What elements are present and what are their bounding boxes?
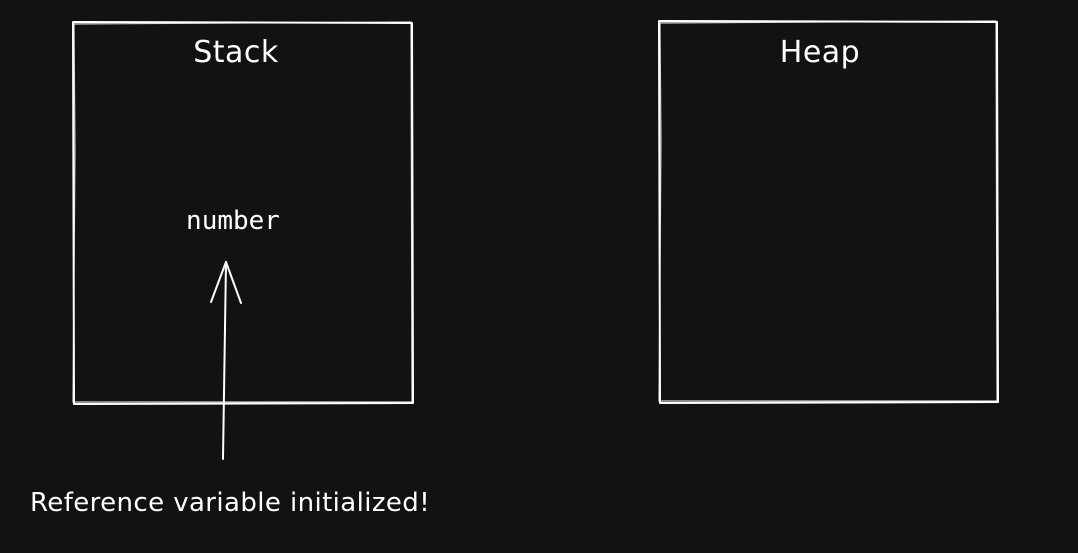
diagram-strokes: [72, 20, 999, 460]
heap-title: Heap: [779, 35, 861, 70]
arrow: [210, 261, 242, 460]
arrow-head-right: [225, 261, 242, 304]
arrow-shaft: [222, 261, 227, 460]
stack-title: Stack: [193, 35, 279, 70]
variable-name: number: [186, 206, 280, 236]
heap-box: [658, 20, 999, 404]
caption: Reference variable initialized!: [30, 488, 431, 518]
arrow-head-left: [210, 261, 227, 303]
diagram-canvas: Stack Heap number Reference variable ini…: [0, 0, 1078, 553]
